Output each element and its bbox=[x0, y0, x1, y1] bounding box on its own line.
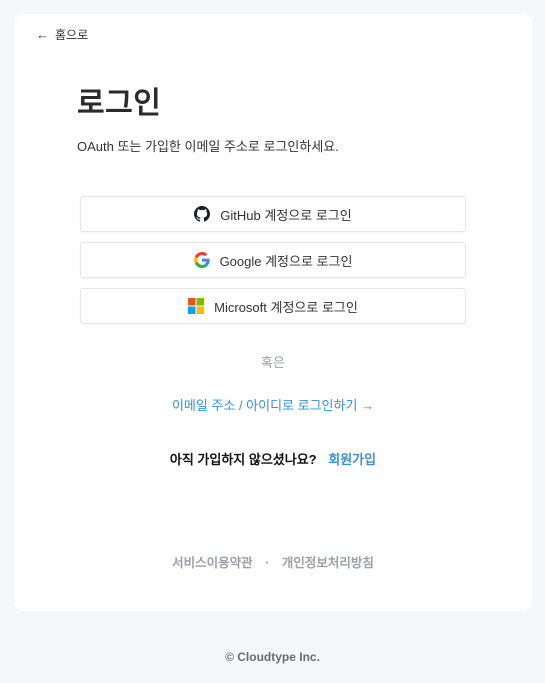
github-login-label: GitHub 계정으로 로그인 bbox=[220, 207, 352, 223]
signup-link[interactable]: 회원가입 bbox=[328, 452, 376, 467]
terms-link[interactable]: 서비스이용약관 bbox=[172, 556, 253, 570]
page-subtitle: OAuth 또는 가입한 이메일 주소로 로그인하세요. bbox=[77, 139, 339, 154]
privacy-link[interactable]: 개인정보처리방침 bbox=[282, 556, 374, 570]
back-arrow-icon: ← bbox=[36, 27, 49, 42]
signup-question: 아직 가입하지 않으셨나요? bbox=[169, 452, 317, 467]
google-icon bbox=[193, 252, 210, 268]
home-link-label: 홈으로 bbox=[55, 28, 89, 42]
github-icon bbox=[194, 206, 211, 222]
copyright-text: © Cloudtype Inc. bbox=[225, 650, 320, 664]
microsoft-icon bbox=[188, 298, 205, 314]
footer-separator: · bbox=[265, 556, 270, 570]
page-title: 로그인 bbox=[77, 87, 162, 120]
github-login-button[interactable]: GitHub 계정으로 로그인 bbox=[80, 196, 466, 232]
microsoft-login-label: Microsoft 계정으로 로그인 bbox=[214, 299, 358, 315]
email-login-link[interactable]: 이메일 주소 / 아이디로 로그인하기 → bbox=[14, 395, 532, 414]
google-login-label: Google 계정으로 로그인 bbox=[219, 253, 353, 269]
email-login-label: 이메일 주소 / 아이디로 로그인하기 bbox=[171, 398, 358, 413]
home-link[interactable]: ← 홈으로 bbox=[36, 26, 88, 43]
login-card: ← 홈으로 로그인 OAuth 또는 가입한 이메일 주소로 로그인하세요. G… bbox=[14, 14, 532, 611]
google-login-button[interactable]: Google 계정으로 로그인 bbox=[80, 242, 466, 278]
or-divider-text: 혹은 bbox=[261, 355, 285, 370]
signup-prompt: 아직 가입하지 않으셨나요? 회원가입 bbox=[14, 449, 532, 468]
microsoft-login-button[interactable]: Microsoft 계정으로 로그인 bbox=[80, 288, 466, 324]
arrow-right-icon: → bbox=[361, 398, 375, 413]
footer-links: 서비스이용약관 · 개인정보처리방침 bbox=[14, 552, 532, 571]
